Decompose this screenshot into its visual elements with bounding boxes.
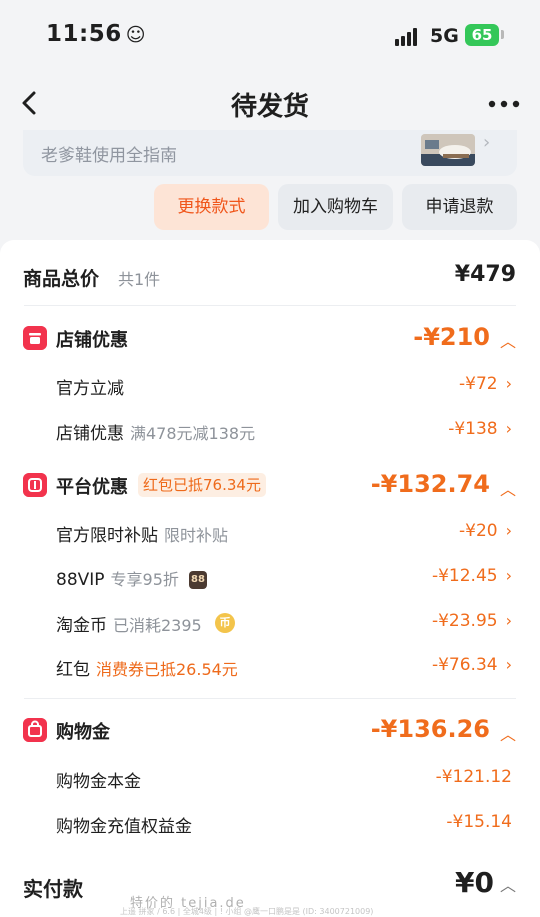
vip88-badge-icon: 88 bbox=[189, 571, 207, 589]
discount-row[interactable]: 红包 消费券已抵26.54元 -¥76.34 › bbox=[0, 651, 540, 685]
discount-row-amount-text: -¥12.45 bbox=[431, 566, 498, 586]
shopping-gold-row-amount: -¥15.14 bbox=[446, 812, 512, 832]
discount-row-amount-text: -¥76.34 bbox=[431, 655, 498, 675]
platform-discount-label: 平台优惠 bbox=[56, 477, 128, 498]
chevron-up-icon: ︿ bbox=[499, 725, 516, 744]
store-discount-amount: -¥210 bbox=[413, 323, 490, 351]
discount-row-amount-text: -¥23.95 bbox=[431, 611, 498, 631]
battery-tip bbox=[501, 30, 504, 39]
chevron-right-icon: › bbox=[505, 566, 512, 585]
shopping-gold-row-label: 购物金本金 bbox=[56, 772, 141, 792]
status-time: 11:56 ☺ bbox=[46, 21, 146, 47]
platform-icon bbox=[23, 473, 47, 497]
chevron-right-icon: › bbox=[505, 521, 512, 540]
shopping-gold-row-amount: -¥121.12 bbox=[435, 767, 512, 787]
total-price-label: 商品总价 bbox=[23, 268, 100, 290]
page-title: 待发货 bbox=[230, 92, 309, 122]
discount-row-label-text: 官方限时补贴 bbox=[56, 526, 158, 546]
item-count: 共1件 bbox=[118, 270, 161, 289]
discount-row-label: 官方立减 bbox=[56, 379, 124, 399]
time-text: 11:56 bbox=[46, 21, 122, 47]
discount-row-label-text: 淘金币 bbox=[56, 616, 107, 636]
cellular-signal-icon bbox=[395, 28, 417, 46]
store-icon bbox=[23, 326, 47, 350]
chevron-right-icon: › bbox=[505, 374, 512, 393]
nav-bar: 待发货 bbox=[0, 72, 540, 136]
chevron-right-icon: › bbox=[505, 655, 512, 674]
discount-row-tag: 专享95折 bbox=[110, 570, 179, 589]
guide-banner[interactable]: 老爹鞋使用全指南 › bbox=[23, 130, 517, 176]
refund-button[interactable]: 申请退款 bbox=[402, 184, 517, 230]
shopping-gold-row-label: 购物金充值权益金 bbox=[56, 817, 192, 837]
divider bbox=[24, 698, 516, 699]
discount-row-amount: -¥20 › bbox=[459, 521, 512, 541]
discount-row[interactable]: 官方立减 -¥72 › bbox=[0, 370, 540, 404]
discount-row-amount: -¥23.95 › bbox=[432, 611, 512, 631]
add-to-cart-button[interactable]: 加入购物车 bbox=[278, 184, 393, 230]
discount-row-tag: 限时补贴 bbox=[164, 526, 229, 545]
watermark-small: 上遥 拼家 / 6.6 | 全城4级 | ! 小组 @鹰一口鹏是是 (ID: 3… bbox=[120, 907, 374, 916]
discount-row-amount: -¥138 › bbox=[448, 419, 512, 439]
more-icon[interactable] bbox=[486, 94, 522, 114]
discount-row-label: 红包 消费券已抵26.54元 bbox=[56, 655, 238, 680]
guide-text: 老爹鞋使用全指南 bbox=[41, 146, 177, 166]
face-icon: ☺ bbox=[125, 24, 147, 46]
discount-row[interactable]: 店铺优惠 满478元减138元 -¥138 › bbox=[0, 415, 540, 449]
actual-payment-amount: ¥0 bbox=[455, 866, 494, 899]
network-type: 5G bbox=[430, 25, 459, 47]
chevron-up-icon: ︿ bbox=[499, 332, 516, 351]
shopping-gold-label: 购物金 bbox=[56, 722, 110, 743]
discount-row-amount: -¥72 › bbox=[459, 374, 512, 394]
shopping-gold-amount: -¥136.26 bbox=[370, 715, 490, 743]
discount-row-label-text: 店铺优惠 bbox=[56, 424, 124, 444]
discount-row-label-text: 红包 bbox=[56, 660, 90, 680]
discount-row[interactable]: 官方限时补贴 限时补贴 -¥20 › bbox=[0, 517, 540, 551]
coin-icon: 币 bbox=[215, 613, 235, 633]
chevron-up-icon[interactable]: ︿ bbox=[500, 872, 516, 896]
status-bar: 11:56 ☺ 5G 65 bbox=[0, 0, 540, 72]
shopping-bag-icon bbox=[23, 718, 47, 742]
store-discount-label: 店铺优惠 bbox=[56, 330, 128, 351]
total-price-amount: ¥479 bbox=[454, 262, 516, 287]
divider bbox=[24, 305, 516, 306]
discount-row-label: 88VIP 专享95折 bbox=[56, 566, 179, 590]
discount-row-label-text: 88VIP bbox=[56, 570, 105, 590]
chevron-right-icon: › bbox=[505, 419, 512, 438]
change-style-button[interactable]: 更换款式 bbox=[154, 184, 269, 230]
shopping-gold-row: 购物金充值权益金 -¥15.14 bbox=[0, 808, 540, 842]
discount-row-tag: 消费券已抵26.54元 bbox=[96, 660, 238, 679]
discount-row-tag: 满478元减138元 bbox=[130, 424, 256, 443]
discount-row-tag: 已消耗2395 bbox=[113, 616, 202, 635]
shoe-thumbnail-icon bbox=[421, 134, 475, 166]
discount-row-amount-text: -¥138 bbox=[448, 419, 498, 439]
chevron-up-icon: ︿ bbox=[499, 480, 516, 499]
red-packet-pill: 红包已抵76.34元 bbox=[138, 473, 266, 497]
discount-row-label: 淘金币 已消耗2395 bbox=[56, 611, 202, 636]
discount-row-amount-text: -¥20 bbox=[459, 521, 498, 541]
discount-row[interactable]: 88VIP 专享95折 -¥12.45 › bbox=[0, 562, 540, 596]
actual-payment-label: 实付款 bbox=[23, 877, 83, 901]
discount-row-label: 官方限时补贴 限时补贴 bbox=[56, 521, 228, 546]
discount-row-amount-text: -¥72 bbox=[459, 374, 498, 394]
discount-row-label: 店铺优惠 满478元减138元 bbox=[56, 419, 255, 444]
chevron-right-icon: › bbox=[505, 611, 512, 630]
discount-row[interactable]: 淘金币 已消耗2395 -¥23.95 › bbox=[0, 607, 540, 641]
shopping-gold-row: 购物金本金 -¥121.12 bbox=[0, 763, 540, 797]
discount-row-amount: -¥12.45 › bbox=[432, 566, 512, 586]
discount-row-amount: -¥76.34 › bbox=[432, 655, 512, 675]
platform-discount-amount: -¥132.74 bbox=[370, 470, 490, 498]
battery-icon: 65 bbox=[465, 24, 499, 46]
guide-arrow-icon: › bbox=[483, 132, 491, 153]
